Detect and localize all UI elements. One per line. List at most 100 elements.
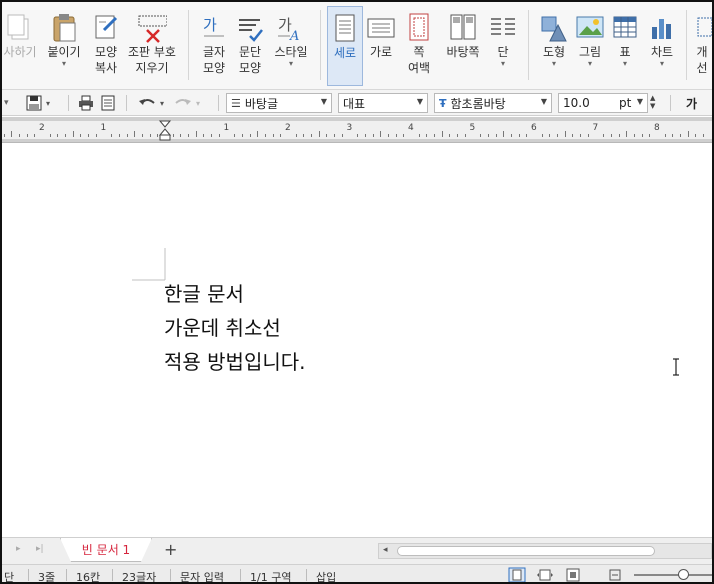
table-label: 표 (619, 45, 631, 59)
spin-down-icon[interactable]: ▼ (650, 102, 655, 110)
ruler-tick (380, 131, 382, 137)
picture-button[interactable]: 그림 ▾ (572, 6, 608, 86)
page-margin-button[interactable]: 쪽 여백 (400, 6, 438, 86)
save-button[interactable] (26, 94, 42, 112)
document-page[interactable]: 한글 문서 가운데 취소선 적용 방법입니다. (2, 144, 712, 537)
landscape-button[interactable]: 가로 (364, 6, 398, 86)
style-button[interactable]: 가A 스타일 ▾ (270, 6, 312, 86)
redo-button[interactable] (174, 94, 192, 112)
ruler-tick (518, 134, 520, 137)
font-combo[interactable]: Ŧ 함초롬바탕 ▼ (434, 93, 552, 113)
zoom-slider-thumb[interactable] (678, 569, 689, 580)
status-input-mode[interactable]: 문자 입력 (180, 569, 224, 582)
char-shape-button[interactable]: 가 글자 모양 (196, 6, 232, 86)
format-painter-button[interactable]: 모양 복사 (88, 6, 124, 86)
scroll-left-icon[interactable]: ◂ (383, 545, 388, 555)
indent-marker-icon[interactable] (159, 120, 171, 142)
tab-nav-last-icon[interactable]: ▸| (36, 544, 44, 554)
paste-dropdown-icon[interactable]: ▾ (62, 60, 66, 68)
master-page-button[interactable]: 바탕쪽 (442, 6, 484, 86)
font-combo-value: 함초롬바탕 (450, 96, 506, 111)
print-button[interactable] (78, 94, 94, 112)
scroll-thumb[interactable] (397, 546, 655, 556)
table-dropdown-icon[interactable]: ▾ (623, 60, 627, 68)
landscape-page-icon (366, 12, 396, 44)
view-page-icon[interactable] (564, 567, 582, 583)
redo-dropdown-icon[interactable]: ▾ (196, 94, 200, 112)
bold-button[interactable]: 가 (686, 94, 697, 112)
app-window: 사하기 붙이기 ▾ 모양 복사 조판 부호 지우기 가 글자 모양 문단 모양 … (0, 0, 714, 584)
font-size-spinner[interactable]: ▲ ▼ (650, 94, 655, 112)
chart-button[interactable]: 차트 ▾ (644, 6, 680, 86)
picture-dropdown-icon[interactable]: ▾ (588, 60, 592, 68)
master-page-icon (448, 12, 478, 44)
ruler-number: 2 (285, 123, 291, 133)
ruler-tick (695, 134, 697, 137)
font-size-combo[interactable]: 10.0 pt ▼ (558, 93, 648, 113)
chart-dropdown-icon[interactable]: ▾ (660, 60, 664, 68)
toolbar-separator (670, 95, 671, 111)
document-line[interactable]: 적용 방법입니다. (164, 345, 306, 379)
picture-label: 그림 (578, 45, 602, 59)
status-col-pos: 16칸 (76, 571, 101, 584)
column-dropdown-icon[interactable]: ▾ (501, 60, 505, 68)
zoom-out-icon[interactable] (606, 567, 624, 583)
undo-dropdown-icon[interactable]: ▾ (160, 94, 164, 112)
horizontal-scrollbar[interactable]: ◂ (378, 543, 712, 559)
tab-nav-prev-icon[interactable]: ▸ (16, 544, 21, 554)
style-combo[interactable]: ☰ 바탕글 ▼ (226, 93, 332, 113)
copy-button[interactable]: 사하기 (2, 6, 38, 86)
zoom-slider-track[interactable] (634, 574, 712, 576)
language-combo[interactable]: 대표 ▼ (338, 93, 428, 113)
ruler-number: 6 (531, 123, 537, 133)
document-body[interactable]: 한글 문서 가운데 취소선 적용 방법입니다. (164, 277, 306, 379)
status-insert-mode[interactable]: 삽입 (316, 569, 336, 582)
paste-label: 붙이기 (47, 45, 81, 59)
ribbon: 사하기 붙이기 ▾ 모양 복사 조판 부호 지우기 가 글자 모양 문단 모양 … (2, 2, 712, 90)
page-margin-label-2: 여백 (407, 61, 431, 75)
paste-button[interactable]: 붙이기 ▾ (44, 6, 84, 86)
language-combo-arrow-icon: ▼ (416, 97, 423, 106)
object-button[interactable]: 개 선 (692, 6, 712, 86)
add-tab-button[interactable]: + (164, 540, 177, 559)
style-dropdown-icon[interactable]: ▾ (289, 60, 293, 68)
view-fit-icon[interactable] (536, 567, 554, 583)
ruler-tick (149, 134, 151, 137)
font-size-unit: pt (619, 96, 632, 110)
ruler-tick (495, 134, 497, 137)
style-combo-value: 바탕글 (244, 96, 278, 111)
para-shape-button[interactable]: 문단 모양 (232, 6, 268, 86)
undo-button[interactable] (138, 94, 156, 112)
ruler-number: 3 (346, 123, 353, 133)
clear-markup-button[interactable]: 조판 부호 지우기 (126, 6, 178, 86)
page-margin-label: 쪽 (413, 45, 425, 59)
ruler-tick (541, 134, 543, 137)
format-painter-label-2: 복사 (94, 61, 118, 75)
document-line[interactable]: 가운데 취소선 (164, 311, 306, 345)
spin-up-icon[interactable]: ▲ (650, 94, 655, 102)
ruler-tick (480, 134, 482, 137)
font-size-value: 10.0 (563, 96, 590, 110)
ruler-tick (188, 134, 190, 137)
ruler-tick (364, 134, 366, 137)
column-button[interactable]: 단 ▾ (486, 6, 520, 86)
ruler-tick (626, 131, 628, 137)
shape-dropdown-icon[interactable]: ▾ (552, 60, 556, 68)
shape-button[interactable]: 도형 ▾ (536, 6, 572, 86)
status-column: 단 (4, 571, 15, 584)
ruler-tick (557, 134, 559, 137)
status-separator (170, 569, 171, 581)
document-line[interactable]: 한글 문서 (164, 277, 306, 311)
view-normal-icon[interactable] (508, 567, 526, 583)
toolbar-dropdown-icon[interactable]: ▾ (4, 94, 9, 112)
copy-icon (5, 12, 35, 44)
table-button[interactable]: 표 ▾ (608, 6, 642, 86)
portrait-button[interactable]: 세로 (327, 6, 363, 86)
status-separator (240, 569, 241, 581)
horizontal-ruler[interactable]: 2 1 1 2 3 4 5 6 7 8 (2, 117, 712, 143)
save-dropdown-icon[interactable]: ▾ (46, 94, 50, 112)
ruler-tick (457, 134, 459, 137)
tab-document[interactable]: 빈 문서 1 (60, 538, 152, 562)
ruler-tick (272, 134, 274, 137)
preview-button[interactable] (100, 94, 116, 112)
